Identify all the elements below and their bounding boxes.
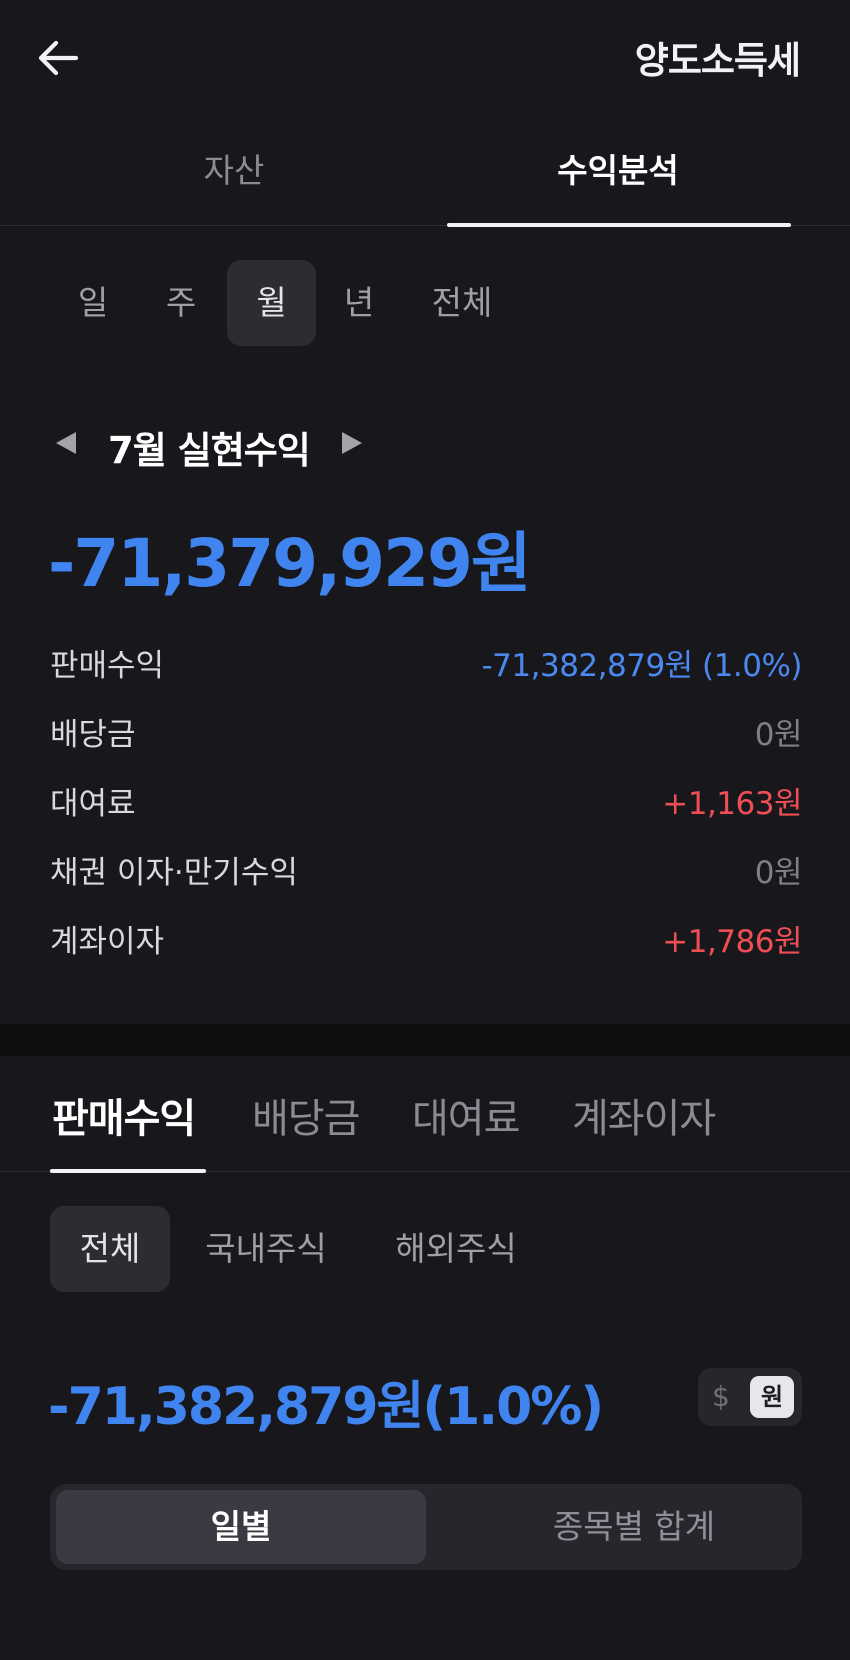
view-segment-control: 일별 종목별 합계 <box>50 1484 802 1570</box>
segment-by-stock[interactable]: 종목별 합계 <box>472 1490 796 1564</box>
period-month[interactable]: 월 <box>227 260 316 346</box>
breakdown-label: 판매수익 <box>50 648 165 684</box>
page-title: 양도소득세 <box>634 39 801 82</box>
market-overseas[interactable]: 해외주식 <box>388 1206 524 1292</box>
breakdown-value: +1,786원 <box>662 924 802 960</box>
sale-profit-amount: -71,382,879원(1.0%) <box>48 1377 604 1437</box>
month-title: 7월 실현수익 <box>108 429 311 472</box>
arrow-left-icon <box>38 40 79 76</box>
tab-underline <box>50 1169 206 1173</box>
breakdown-row: 대여료 +1,163원 <box>50 774 802 843</box>
period-year[interactable]: 년 <box>316 260 402 346</box>
breakdown-value: 0원 <box>754 855 803 891</box>
breakdown-label: 배당금 <box>50 717 136 753</box>
next-month-icon[interactable] <box>342 432 362 454</box>
tab-account-interest[interactable]: 계좌이자 <box>572 1086 716 1144</box>
tab-profit-analysis[interactable]: 수익분석 <box>518 144 718 192</box>
prev-month-icon[interactable] <box>56 432 76 454</box>
currency-toggle[interactable]: $ 원 <box>698 1368 802 1426</box>
income-type-tabs: 판매수익 배당금 대여료 계좌이자 <box>0 1056 850 1173</box>
tab-sale-profit[interactable]: 판매수익 <box>52 1086 196 1144</box>
currency-krw-option[interactable]: 원 <box>750 1376 794 1418</box>
header: 양도소득세 <box>0 0 850 112</box>
breakdown-row: 채권 이자·만기수익 0원 <box>50 843 803 912</box>
segment-daily[interactable]: 일별 <box>56 1490 426 1564</box>
tab-assets[interactable]: 자산 <box>134 144 334 192</box>
market-all[interactable]: 전체 <box>50 1206 170 1292</box>
tab-lending-fee[interactable]: 대여료 <box>412 1086 520 1144</box>
realized-profit-total: -71,379,929원 <box>48 525 532 602</box>
tab-underline <box>447 223 791 227</box>
period-week[interactable]: 주 <box>138 260 224 346</box>
profit-breakdown: 판매수익 -71,382,879원 (1.0%) 배당금 0원 대여료 +1,1… <box>50 636 803 981</box>
breakdown-row: 판매수익 -71,382,879원 (1.0%) <box>50 636 802 705</box>
breakdown-value: +1,163원 <box>662 786 802 822</box>
currency-usd-option[interactable]: $ <box>712 1380 730 1413</box>
breakdown-label: 채권 이자·만기수익 <box>50 855 298 891</box>
tab-dividend[interactable]: 배당금 <box>252 1086 360 1144</box>
top-tab-bar: 자산 수익분석 <box>0 128 850 227</box>
market-domestic[interactable]: 국내주식 <box>198 1206 334 1292</box>
breakdown-value: 0원 <box>754 717 803 753</box>
breakdown-value: -71,382,879원 (1.0%) <box>481 648 803 684</box>
section-divider <box>0 1024 850 1056</box>
back-button[interactable] <box>36 36 80 80</box>
breakdown-row: 계좌이자 +1,786원 <box>50 912 802 981</box>
breakdown-label: 계좌이자 <box>50 924 165 960</box>
page: 양도소득세 자산 수익분석 일 주 월 년 전체 7월 실현수익 -71,379… <box>0 0 850 1660</box>
breakdown-row: 배당금 0원 <box>50 705 803 774</box>
breakdown-label: 대여료 <box>50 786 136 822</box>
period-all[interactable]: 전체 <box>410 260 514 346</box>
period-day[interactable]: 일 <box>50 260 136 346</box>
